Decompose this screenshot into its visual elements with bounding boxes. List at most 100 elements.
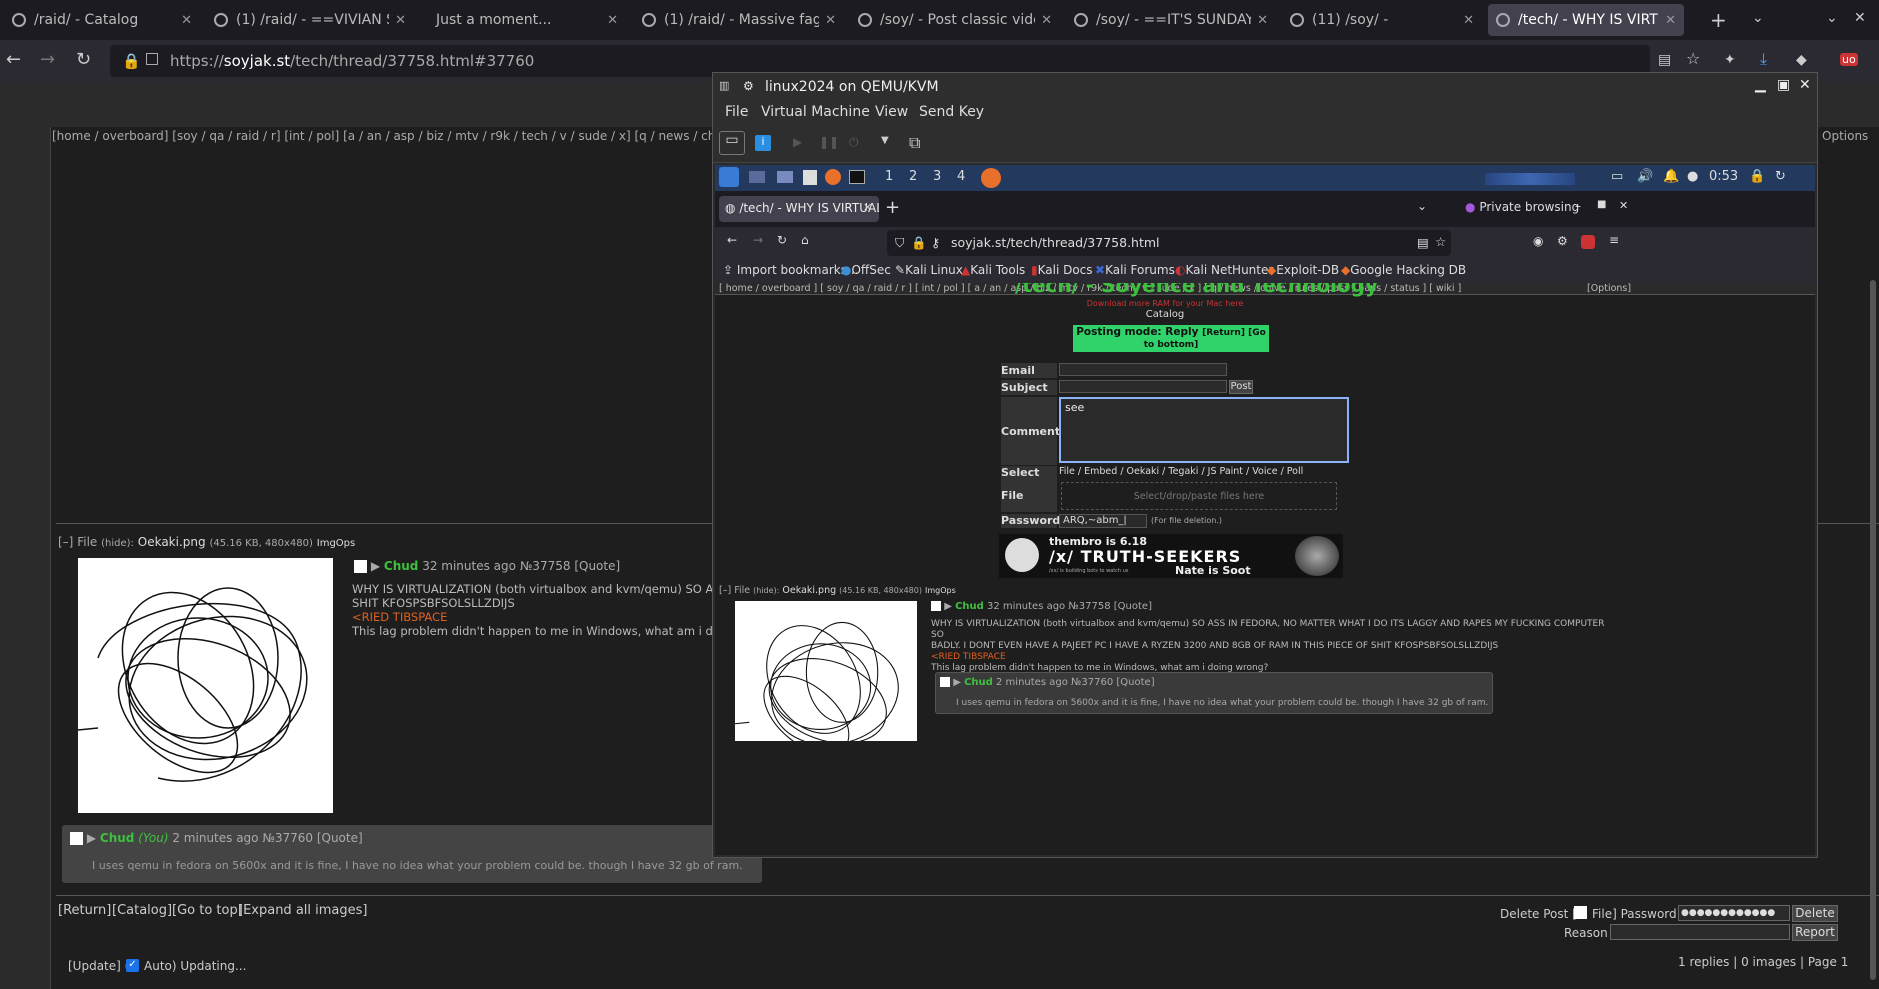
tab-raid-vivian[interactable]: (1) /raid/ - ==VIVIAN SN ✕ <box>206 4 414 36</box>
guest-op-image[interactable] <box>735 601 917 741</box>
post-checkbox[interactable] <box>940 677 950 687</box>
maximize-icon[interactable]: ■ <box>1597 199 1606 210</box>
guest-options-link[interactable]: [Options] <box>1587 283 1631 294</box>
back-arrow-icon[interactable]: ← <box>727 233 737 247</box>
outer-scrollbar[interactable] <box>1870 280 1876 980</box>
reload-icon[interactable]: ↻ <box>777 233 787 247</box>
menu-virtual-machine[interactable]: Virtual Machine <box>761 104 870 120</box>
display-icon[interactable]: ▭ <box>1611 169 1623 184</box>
expand-arrow-icon[interactable]: ▶ <box>87 831 96 845</box>
maximize-icon[interactable]: ▣ <box>1777 77 1790 93</box>
expand-arrow-icon[interactable]: ▶ <box>371 559 380 573</box>
pause-icon[interactable]: ❚❚ <box>819 135 839 149</box>
home-icon[interactable]: ⌂ <box>801 233 809 247</box>
shield-icon[interactable]: ⛉ <box>895 235 904 251</box>
workspace-1[interactable]: 1 <box>885 169 893 184</box>
bookmark-star-icon[interactable]: ☆ <box>1686 49 1700 68</box>
post-button[interactable]: Post <box>1229 380 1253 394</box>
delete-file-checkbox[interactable] <box>1574 906 1587 919</box>
bookmark-kali-nethunter[interactable]: ◐Kali NetHunter <box>1175 263 1273 277</box>
addon-icon[interactable]: ◆ <box>1796 52 1807 68</box>
reason-input[interactable] <box>1610 924 1790 940</box>
key-icon[interactable]: ⚷ <box>931 235 940 250</box>
reader-view-icon[interactable]: ▤ <box>1417 235 1429 250</box>
expand-arrow-icon[interactable]: ▶ <box>944 601 952 612</box>
volume-icon[interactable]: 🔊 <box>1637 169 1653 184</box>
forward-arrow-icon[interactable]: → <box>40 49 55 70</box>
extensions-icon[interactable]: ⚙ <box>1557 234 1568 248</box>
post-checkbox[interactable] <box>70 832 83 845</box>
guest-url-bar[interactable]: ⛉ 🔒 ⚷ soyjak.st/tech/thread/37758.html ▤… <box>887 230 1451 256</box>
tab-list-chevron-icon[interactable]: ⌄ <box>1752 10 1764 26</box>
console-view-icon[interactable]: ▭ <box>719 131 745 155</box>
desktop-icon[interactable] <box>749 171 765 183</box>
menu-view[interactable]: View <box>875 104 908 120</box>
post-checkbox[interactable] <box>354 560 367 573</box>
fullscreen-icon[interactable]: ⧉ <box>909 133 920 153</box>
outer-options-link[interactable]: Options <box>1822 129 1868 143</box>
tab-soy-11[interactable]: (11) /soy/ - ✕ <box>1282 4 1482 36</box>
email-field[interactable] <box>1059 363 1227 376</box>
workspace-3[interactable]: 3 <box>933 169 941 184</box>
go-to-top-link[interactable]: [Go to top] <box>172 903 243 918</box>
tab-raid-massive[interactable]: (1) /raid/ - Massive fagg ✕ <box>634 4 844 36</box>
reload-icon[interactable]: ↻ <box>76 49 91 70</box>
ublock-icon[interactable] <box>1581 235 1595 249</box>
bookmark-kali-linux[interactable]: ✎Kali Linux <box>895 263 963 277</box>
lock-icon[interactable]: 🔒 <box>1749 169 1765 184</box>
password-field[interactable]: ARQ,~abm_| <box>1059 514 1147 528</box>
bookmark-offsec[interactable]: ●OffSec <box>841 263 891 277</box>
close-icon[interactable]: ✕ <box>825 13 836 28</box>
hamburger-menu-icon[interactable]: ≡ <box>1609 233 1619 247</box>
extension-icon[interactable]: ✦ <box>1724 52 1736 68</box>
bookmark-import[interactable]: ⇪ Import bookmarks... <box>723 263 858 277</box>
delete-button[interactable]: Delete <box>1792 905 1838 922</box>
details-view-icon[interactable]: i <box>755 135 771 151</box>
catalog-link[interactable]: [Catalog] <box>112 903 172 918</box>
kali-menu-icon[interactable] <box>719 167 739 187</box>
outer-board-list[interactable]: [home / overboard] [soy / qa / raid / r]… <box>52 129 712 145</box>
tab-just-a-moment[interactable]: Just a moment... ✕ <box>420 4 626 36</box>
tab-soy-sunday[interactable]: /soy/ - ==IT'S SUNDAY, ✕ <box>1066 4 1276 36</box>
tab-tech-virtualization[interactable]: /tech/ - WHY IS VIRTUA✕ <box>1488 4 1684 36</box>
menu-file[interactable]: File <box>725 104 748 120</box>
ublock-icon[interactable]: uo <box>1840 53 1858 66</box>
minimize-icon[interactable]: ▁ <box>1755 77 1766 93</box>
ad-banner[interactable]: thembro is 6.18 /x/ TRUTH-SEEKERS /xx/ i… <box>999 534 1343 578</box>
bookmark-kali-forums[interactable]: ✖Kali Forums <box>1095 263 1175 277</box>
subject-field[interactable] <box>1059 380 1227 393</box>
post-checkbox[interactable] <box>931 601 941 611</box>
minimize-icon[interactable]: – <box>1575 199 1581 213</box>
expand-arrow-icon[interactable]: ▶ <box>953 677 961 688</box>
new-tab-icon[interactable]: + <box>885 197 900 218</box>
reader-view-icon[interactable]: ▤ <box>1658 52 1671 68</box>
new-tab-icon[interactable]: + <box>1710 8 1727 32</box>
bookmark-kali-docs[interactable]: ▮Kali Docs <box>1031 263 1093 277</box>
close-icon[interactable]: ✕ <box>607 13 618 28</box>
power-status-icon[interactable]: ● <box>1687 169 1698 184</box>
notification-bell-icon[interactable]: 🔔 <box>1663 169 1679 184</box>
comment-textarea[interactable]: see <box>1059 397 1349 463</box>
embed-type-selector[interactable]: File / Embed / Oekaki / Tegaki / JS Pain… <box>1059 466 1303 477</box>
terminal-icon[interactable] <box>849 170 865 184</box>
report-button[interactable]: Report <box>1792 924 1838 941</box>
minimize-chevron-icon[interactable]: ⌄ <box>1826 10 1838 26</box>
workspace-2[interactable]: 2 <box>909 169 917 184</box>
forward-arrow-icon[interactable]: → <box>753 233 763 247</box>
close-window-icon[interactable]: ✕ <box>1854 10 1866 26</box>
close-icon[interactable]: ✕ <box>1257 13 1268 28</box>
delete-password-input[interactable]: ●●●●●●●●●●●● <box>1678 905 1790 921</box>
outer-op-image[interactable] <box>77 558 333 813</box>
file-manager-icon[interactable] <box>777 171 793 183</box>
auto-update-checkbox[interactable]: ✓ <box>126 959 139 972</box>
dropdown-chevron-icon[interactable]: ▼ <box>881 135 889 146</box>
tab-list-chevron-icon[interactable]: ⌄ <box>1417 199 1427 213</box>
catalog-link[interactable]: Catalog <box>1015 309 1315 320</box>
close-icon[interactable]: ✕ <box>1463 13 1474 28</box>
expand-images-link[interactable]: [Expand all images] <box>238 903 367 918</box>
tab-soy-post-classic[interactable]: /soy/ - Post classic vide ✕ <box>850 4 1060 36</box>
close-icon[interactable]: ✕ <box>1665 13 1676 28</box>
close-icon[interactable]: ✕ <box>863 201 872 214</box>
workspace-4[interactable]: 4 <box>957 169 965 184</box>
firefox-window-icon[interactable] <box>981 168 1001 188</box>
